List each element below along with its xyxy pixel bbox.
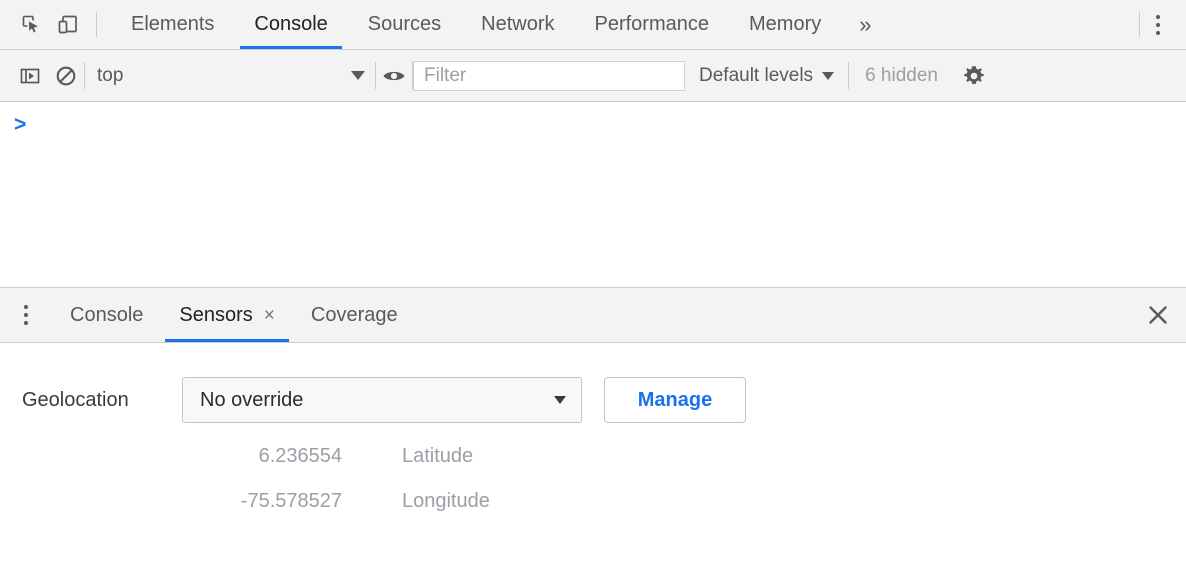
longitude-label: Longitude	[402, 490, 490, 513]
tab-console[interactable]: Console	[234, 0, 347, 49]
console-prompt-input[interactable]	[26, 114, 1186, 136]
tab-elements[interactable]: Elements	[111, 0, 234, 49]
latitude-label: Latitude	[402, 445, 473, 468]
device-toolbar-icon[interactable]	[50, 7, 86, 43]
inspect-tools-group	[0, 0, 96, 49]
console-message-area[interactable]: >	[0, 102, 1186, 287]
console-sidebar-glyph	[18, 64, 42, 88]
device-toolbar-glyph	[56, 13, 80, 37]
tab-sources-label: Sources	[368, 13, 441, 36]
drawer: Console Sensors × Coverage Geol	[0, 287, 1186, 586]
dot	[24, 321, 28, 325]
console-prompt-row: >	[0, 102, 1186, 136]
drawer-more-vertical-icon[interactable]	[0, 288, 52, 342]
log-levels-select[interactable]: Default levels	[685, 65, 848, 87]
longitude-input[interactable]: -75.578527	[0, 490, 342, 513]
dot	[1156, 15, 1160, 19]
more-tabs-icon[interactable]: »	[841, 0, 889, 49]
drawer-tab-console-label: Console	[70, 304, 143, 327]
dot	[24, 305, 28, 309]
drawer-tabbar: Console Sensors × Coverage	[0, 288, 1186, 343]
eye-glyph	[381, 63, 407, 89]
console-prompt-chevron-icon: >	[14, 114, 26, 135]
drawer-tabs: Console Sensors × Coverage	[52, 288, 1130, 342]
close-icon[interactable]	[1130, 288, 1186, 342]
tab-performance-label: Performance	[595, 13, 710, 36]
more-tabs-glyph: »	[859, 12, 871, 38]
gear-glyph	[961, 63, 987, 89]
drawer-tab-coverage-label: Coverage	[311, 304, 398, 327]
geolocation-select[interactable]: No override	[182, 377, 582, 423]
tab-console-label: Console	[254, 13, 327, 36]
latitude-input[interactable]: 6.236554	[0, 445, 342, 468]
geolocation-label: Geolocation	[22, 389, 182, 412]
main-tabbar: Elements Console Sources Network Perform…	[0, 0, 1186, 50]
live-expression-eye-icon[interactable]	[376, 58, 412, 94]
chevron-down-icon	[554, 396, 566, 404]
drawer-menu-dots	[8, 297, 44, 333]
close-glyph	[1145, 302, 1171, 328]
manage-button[interactable]: Manage	[604, 377, 746, 423]
geolocation-row: Geolocation No override Manage	[0, 377, 1186, 423]
dot	[1156, 23, 1160, 27]
tab-elements-label: Elements	[131, 13, 214, 36]
drawer-tab-sensors[interactable]: Sensors ×	[161, 288, 292, 342]
more-vertical-icon[interactable]	[1140, 7, 1176, 43]
console-toolbar: top Default levels 6 hidden	[0, 50, 1186, 102]
tab-sources[interactable]: Sources	[348, 0, 461, 49]
drawer-tab-sensors-close-icon[interactable]: ×	[264, 306, 275, 325]
console-sidebar-icon[interactable]	[12, 58, 48, 94]
execution-context-value: top	[97, 65, 123, 87]
execution-context-select[interactable]: top	[85, 58, 375, 94]
chevron-down-icon	[822, 72, 834, 80]
main-tabbar-right	[1139, 0, 1186, 49]
clear-console-icon[interactable]	[48, 58, 84, 94]
latitude-row: 6.236554 Latitude	[0, 445, 1186, 468]
tab-performance[interactable]: Performance	[575, 0, 730, 49]
tab-memory-label: Memory	[749, 13, 821, 36]
inspect-element-icon[interactable]	[14, 7, 50, 43]
longitude-row: -75.578527 Longitude	[0, 490, 1186, 513]
console-filter-input[interactable]	[413, 61, 685, 91]
hidden-messages-count: 6 hidden	[849, 65, 954, 87]
geolocation-select-value: No override	[200, 389, 303, 412]
devtools-window: Elements Console Sources Network Perform…	[0, 0, 1186, 586]
inspect-element-glyph	[20, 13, 44, 37]
dot	[24, 313, 28, 317]
drawer-tab-sensors-label: Sensors	[179, 304, 252, 327]
sensors-panel: Geolocation No override Manage 6.236554 …	[0, 343, 1186, 586]
gear-icon[interactable]	[954, 58, 994, 94]
dot	[1156, 31, 1160, 35]
drawer-tab-coverage[interactable]: Coverage	[293, 288, 416, 342]
drawer-tab-console[interactable]: Console	[52, 288, 161, 342]
panel-tabs: Elements Console Sources Network Perform…	[97, 0, 1139, 49]
log-levels-label: Default levels	[699, 65, 813, 87]
clear-console-glyph	[54, 64, 78, 88]
tab-network[interactable]: Network	[461, 0, 574, 49]
chevron-down-icon	[351, 71, 365, 80]
tab-network-label: Network	[481, 13, 554, 36]
tab-memory[interactable]: Memory	[729, 0, 841, 49]
